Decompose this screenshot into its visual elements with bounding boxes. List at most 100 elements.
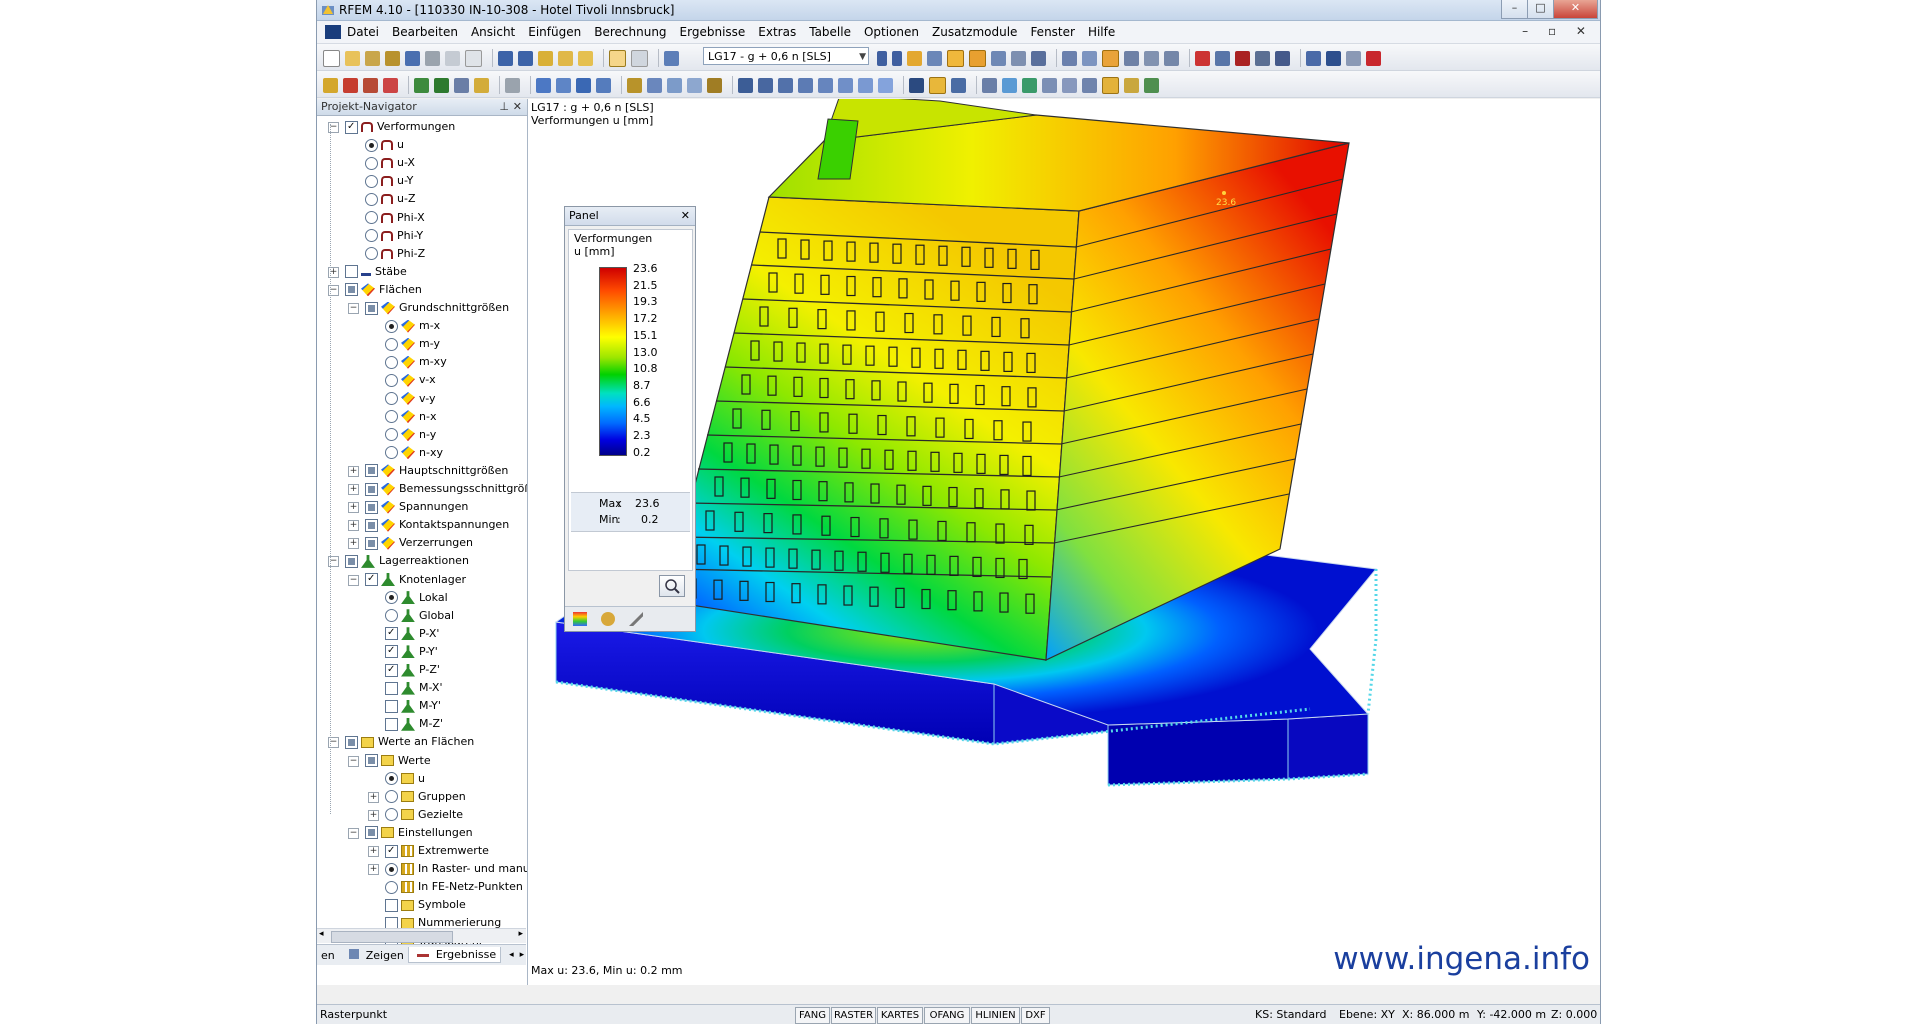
tree-item[interactable]: Phi-Y: [365, 227, 423, 245]
cartesian-button[interactable]: KARTES: [877, 1007, 923, 1024]
view-x-icon[interactable]: [738, 77, 753, 93]
opening-icon[interactable]: [576, 77, 591, 93]
numbering-icon[interactable]: [929, 76, 946, 94]
menu-item-11[interactable]: Hilfe: [1088, 25, 1115, 39]
tree-item[interactable]: u-Z: [365, 190, 415, 208]
tree-item[interactable]: M-Z': [385, 715, 443, 733]
menu-item-1[interactable]: Bearbeiten: [392, 25, 458, 39]
tree-item[interactable]: − Knotenlager: [348, 571, 466, 589]
isometric-icon[interactable]: [1255, 50, 1270, 66]
surface-icon[interactable]: [536, 77, 551, 93]
check-icon[interactable]: [1144, 77, 1159, 93]
expand-icon[interactable]: +: [348, 538, 359, 550]
camera-icon[interactable]: [1275, 50, 1290, 66]
collapse-icon[interactable]: −: [348, 303, 359, 314]
tab-results[interactable]: Ergebnisse: [407, 947, 502, 963]
dimension-icon[interactable]: [505, 77, 520, 93]
tree-checkbox[interactable]: [365, 754, 378, 767]
scroll-left-icon[interactable]: ◂: [319, 929, 324, 939]
tree-item[interactable]: u-X: [365, 154, 415, 172]
tree-radio[interactable]: [365, 156, 378, 170]
color-scale-icon[interactable]: [573, 612, 587, 626]
scroll-right-icon[interactable]: ▸: [518, 929, 523, 939]
perspective-icon[interactable]: [818, 77, 833, 93]
tree-radio[interactable]: [365, 229, 378, 243]
pdf-icon[interactable]: [1366, 50, 1381, 66]
tree-checkbox[interactable]: [385, 663, 398, 677]
tree-radio[interactable]: [385, 446, 398, 460]
expand-icon[interactable]: +: [348, 484, 359, 495]
navigator-horizontal-scrollbar[interactable]: ◂ ▸: [317, 928, 526, 943]
tree-item[interactable]: m-xy: [385, 353, 447, 371]
results-panel[interactable]: Panel ✕ Verformungen u [mm] 23.6 21.5 19.3…: [564, 206, 696, 632]
undo-icon[interactable]: [498, 50, 513, 66]
tab-display[interactable]: Zeigen: [345, 948, 404, 962]
tree-radio[interactable]: [365, 174, 378, 188]
panel-zoom-button[interactable]: [659, 575, 685, 597]
calculate-all-icon[interactable]: [1011, 50, 1026, 66]
tree-checkbox[interactable]: [345, 265, 358, 279]
snap-button[interactable]: FANG: [795, 1007, 830, 1024]
expand-icon[interactable]: +: [348, 520, 359, 532]
panel-settings-icon[interactable]: [601, 612, 615, 626]
tree-item[interactable]: − Werte: [348, 752, 431, 770]
collapse-icon[interactable]: −: [348, 574, 359, 586]
expand-icon[interactable]: +: [368, 791, 379, 803]
panel-edit-icon[interactable]: [629, 612, 643, 626]
redo-icon[interactable]: [518, 50, 533, 66]
pin-icon[interactable]: ⊥: [499, 99, 509, 115]
tree-checkbox[interactable]: [345, 283, 358, 297]
tree-item[interactable]: Phi-X: [365, 209, 425, 227]
display-props-icon[interactable]: [1124, 77, 1139, 93]
tree-checkbox[interactable]: [385, 717, 398, 731]
tree-checkbox[interactable]: [365, 518, 378, 532]
line-icon[interactable]: [343, 77, 358, 93]
measure-icon[interactable]: [982, 77, 997, 93]
menu-item-6[interactable]: Extras: [758, 25, 796, 39]
delete-icon[interactable]: [1195, 50, 1210, 66]
rfem-app-icon[interactable]: [321, 3, 335, 17]
tree-checkbox[interactable]: [385, 681, 398, 695]
grid-icon[interactable]: [1082, 50, 1097, 66]
tree-item[interactable]: − Einstellungen: [348, 824, 473, 842]
view-y-icon[interactable]: [758, 77, 773, 93]
menu-item-10[interactable]: Fenster: [1030, 25, 1075, 39]
tree-item[interactable]: n-y: [385, 426, 436, 444]
relation-icon[interactable]: [1062, 77, 1077, 93]
expand-icon[interactable]: +: [348, 465, 359, 477]
print-graphic-icon[interactable]: [445, 50, 460, 66]
tree-radio[interactable]: [385, 808, 398, 822]
expand-icon[interactable]: +: [348, 502, 359, 514]
surface-load-icon[interactable]: [627, 77, 642, 93]
tree-checkbox[interactable]: [345, 554, 358, 568]
tree-checkbox[interactable]: [385, 627, 398, 641]
set-icon[interactable]: [596, 77, 611, 93]
member-icon[interactable]: [454, 77, 469, 93]
minimize-button[interactable]: –: [1501, 0, 1528, 19]
grid-button[interactable]: RASTER: [831, 1007, 876, 1024]
cut-icon[interactable]: [1235, 50, 1250, 66]
tree-checkbox[interactable]: [385, 645, 398, 659]
mesh-icon[interactable]: [1062, 50, 1077, 66]
loadcase-icon[interactable]: [664, 50, 679, 66]
support-icon[interactable]: [414, 77, 429, 93]
grid-settings-icon[interactable]: [1082, 77, 1097, 93]
save-icon[interactable]: [405, 50, 420, 66]
tree-checkbox[interactable]: [365, 826, 378, 840]
filter-icon[interactable]: [1042, 77, 1057, 93]
tree-item[interactable]: u: [385, 770, 425, 788]
menu-item-2[interactable]: Ansicht: [471, 25, 515, 39]
tree-checkbox[interactable]: [345, 120, 358, 134]
project-manager-icon[interactable]: [385, 50, 400, 66]
loadcase-select[interactable]: LG17 - g + 0,6 n [SLS] ▼: [703, 47, 869, 65]
results-table-icon[interactable]: [1031, 50, 1046, 66]
tree-radio[interactable]: [385, 880, 398, 894]
tree-item[interactable]: −Verformungen: [328, 118, 455, 136]
tree-item[interactable]: P-Y': [385, 643, 438, 661]
menu-item-3[interactable]: Einfügen: [528, 25, 581, 39]
free-load-icon[interactable]: [707, 77, 722, 93]
next-loadcase-icon[interactable]: [892, 50, 902, 66]
tree-item[interactable]: Global: [385, 607, 454, 625]
collapse-icon[interactable]: −: [348, 827, 359, 839]
rotate-icon[interactable]: [1215, 50, 1230, 66]
